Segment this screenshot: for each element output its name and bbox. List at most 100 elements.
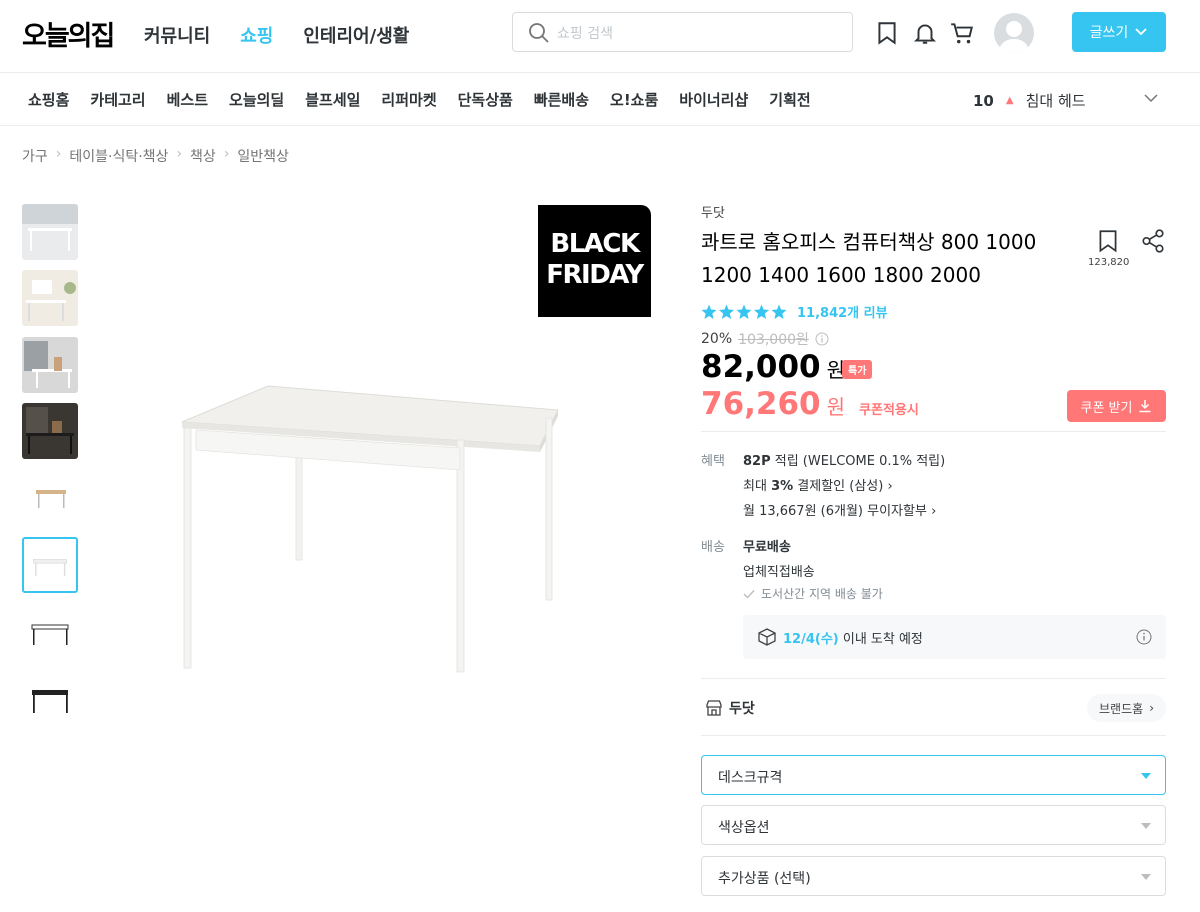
delivery-note: 도서산간 지역 배송 불가	[743, 585, 883, 602]
chevron-down-icon[interactable]	[1143, 90, 1159, 106]
write-button[interactable]: 글쓰기	[1072, 12, 1166, 52]
popular-search-ticker[interactable]: 10 ▲ 침대 헤드	[973, 90, 1158, 111]
product-thumbnail[interactable]	[22, 670, 78, 726]
subnav-item[interactable]: 빠른배송	[534, 89, 589, 110]
breadcrumb-item[interactable]: 일반책상	[237, 146, 289, 166]
subnav-item[interactable]: 블프세일	[305, 89, 360, 110]
breadcrumb-item[interactable]: 테이블·식탁·책상	[69, 146, 168, 166]
chevron-right-icon: ›	[887, 479, 893, 494]
rating-stars[interactable]: 11,842개 리뷰	[701, 302, 888, 321]
subnav-item[interactable]: 단독상품	[458, 89, 513, 110]
box-icon	[758, 628, 776, 646]
product-thumbnail[interactable]	[22, 270, 78, 326]
bookmark-icon[interactable]	[874, 20, 900, 46]
discount-percent: 20%	[701, 331, 733, 347]
coupon-button-label: 쿠폰 받기	[1080, 400, 1133, 416]
color-option-select[interactable]: 색상옵션	[701, 805, 1166, 845]
nav-interior[interactable]: 인테리어/생활	[303, 22, 409, 48]
bookmark-count: 123,820	[1088, 257, 1130, 268]
chevron-right-icon: ›	[1149, 701, 1154, 715]
product-thumbnail[interactable]	[22, 470, 78, 526]
avatar[interactable]	[994, 13, 1034, 53]
product-thumbnail[interactable]	[22, 337, 78, 393]
room-photo-thumbnail	[22, 204, 78, 260]
star-icons	[701, 304, 787, 319]
dropdown-arrow-icon	[1141, 874, 1151, 880]
arrival-text: 이내 도착 예정	[838, 632, 923, 647]
review-count[interactable]: 11,842개 리뷰	[797, 302, 888, 321]
coupon-price: 76,260 원 쿠폰적용시	[701, 386, 919, 422]
desk-size-select[interactable]: 데스크규격	[701, 755, 1166, 795]
brand-home-button[interactable]: 브랜드홈 ›	[1087, 694, 1166, 722]
logo[interactable]: 오늘의집	[22, 14, 115, 53]
top-header: 오늘의집 커뮤니티 쇼핑 인테리어/생활 쇼핑 검색 글쓰기	[0, 0, 1200, 73]
subnav-item[interactable]: 카테고리	[90, 89, 145, 110]
wood-desk-thumbnail	[36, 490, 66, 508]
subnav-item[interactable]: 기획전	[769, 89, 810, 110]
installment-link[interactable]: 월 13,667원 (6개월) 무이자할부 ›	[743, 500, 936, 519]
card-bold: 3%	[771, 479, 794, 494]
points-info: 82P 적립 (WELCOME 0.1% 적립)	[743, 450, 945, 469]
card-discount-link[interactable]: 최대 3% 결제할인 (삼성) ›	[743, 475, 893, 494]
product-thumbnail[interactable]	[22, 204, 78, 260]
dropdown-arrow-icon	[1141, 773, 1151, 779]
store-icon	[706, 700, 722, 716]
user-icon	[998, 21, 1030, 53]
bookmark-icon	[1099, 230, 1117, 253]
dropdown-arrow-icon	[1141, 823, 1151, 829]
chevron-right-icon: ›	[176, 146, 183, 162]
white-desk-thumbnail	[33, 559, 67, 577]
cart-icon[interactable]	[949, 20, 975, 46]
coupon-button[interactable]: 쿠폰 받기	[1067, 390, 1166, 422]
select-label: 데스크규격	[718, 770, 783, 786]
special-deal-badge: 특가	[842, 360, 873, 379]
installment-text: 월 13,667원 (6개월) 무이자할부	[743, 504, 927, 519]
product-thumbnail[interactable]	[22, 403, 78, 459]
original-price: 103,000원	[738, 332, 809, 348]
info-icon[interactable]	[815, 332, 829, 346]
breadcrumb-item[interactable]: 가구	[22, 146, 48, 166]
subnav-item[interactable]: 바이너리샵	[679, 89, 748, 110]
subnav-item[interactable]: 베스트	[167, 89, 208, 110]
breadcrumb-item[interactable]: 책상	[190, 146, 216, 166]
brand-name[interactable]: 두닷	[701, 202, 725, 221]
chevron-right-icon: ›	[931, 504, 937, 519]
search-input[interactable]: 쇼핑 검색	[512, 12, 853, 52]
brand-row: 두닷 브랜드홈 ›	[701, 678, 1166, 736]
brand-home-label: 브랜드홈	[1099, 701, 1144, 716]
product-bookmark-button[interactable]: 123,820	[1088, 228, 1130, 268]
badge-line2: FRIDAY	[546, 260, 644, 290]
subnav-item[interactable]: 쇼핑홈	[28, 89, 69, 110]
search-icon	[529, 23, 549, 43]
nav-community[interactable]: 커뮤니티	[144, 22, 210, 48]
brand-name-row[interactable]: 두닷	[729, 698, 755, 718]
rank-term: 침대 헤드	[1025, 92, 1086, 110]
subnav-item[interactable]: 오!쇼룸	[610, 89, 658, 110]
delivery-label: 배송	[701, 540, 725, 555]
points-text: 적립 (WELCOME 0.1% 적립)	[770, 454, 946, 469]
arrival-date: 12/4(수)	[783, 632, 839, 647]
card-pre: 최대	[743, 479, 772, 494]
product-title: 콰트로 홈오피스 컴퓨터책상 800 1000 1200 1400 1600 1…	[701, 230, 1037, 287]
main-product-image[interactable]	[160, 370, 580, 690]
bell-icon[interactable]	[912, 20, 938, 46]
points-bold: 82P	[743, 454, 771, 469]
info-icon[interactable]	[1136, 629, 1152, 645]
share-icon[interactable]	[1140, 228, 1166, 254]
free-shipping: 무료배송	[743, 540, 791, 555]
check-icon	[743, 589, 755, 599]
subnav-item[interactable]: 리퍼마켓	[381, 89, 436, 110]
rank-number: 10	[973, 91, 994, 110]
subnav-item[interactable]: 오늘의딜	[229, 89, 284, 110]
product-thumbnail-selected[interactable]	[22, 537, 78, 593]
write-label: 글쓰기	[1089, 25, 1129, 41]
coupon-price-value: 76,260	[701, 386, 821, 422]
room-photo-thumbnail	[22, 337, 78, 393]
chevron-right-icon: ›	[223, 146, 230, 162]
product-thumbnail[interactable]	[22, 603, 78, 659]
shopping-nav: 쇼핑홈 카테고리 베스트 오늘의딜 블프세일 리퍼마켓 단독상품 빠른배송 오!…	[0, 73, 1200, 126]
additional-product-select[interactable]: 추가상품 (선택)	[701, 856, 1166, 896]
room-photo-thumbnail	[22, 270, 78, 326]
nav-shopping[interactable]: 쇼핑	[240, 22, 273, 48]
discount-row: 20% 103,000원	[701, 329, 829, 349]
